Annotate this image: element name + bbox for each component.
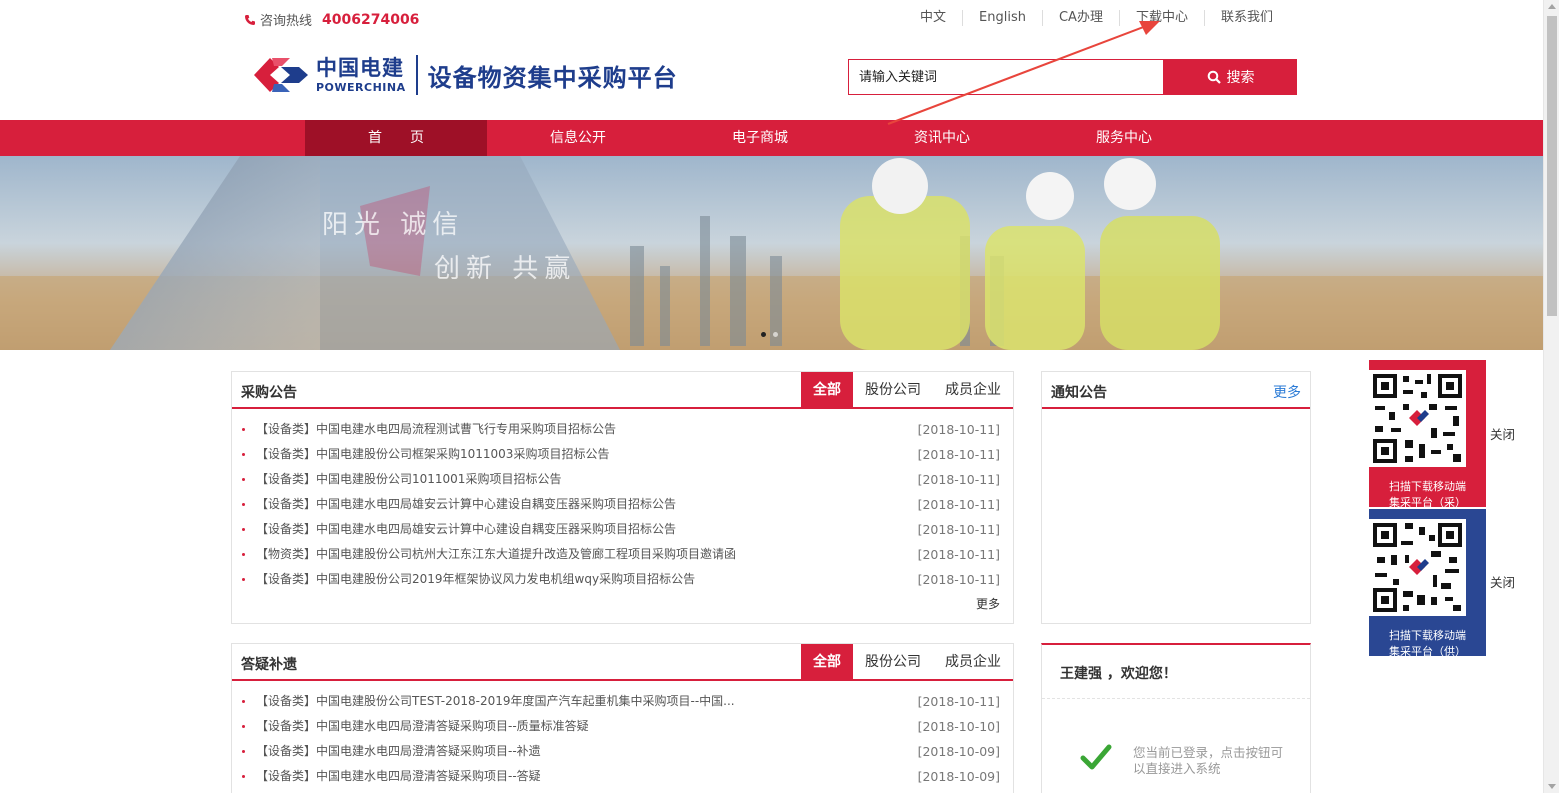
page-scrollbar[interactable] xyxy=(1543,0,1559,793)
annotation-arrow-line xyxy=(887,25,1147,125)
annotation-arrow-overlay xyxy=(887,21,1160,125)
scrollbar-thumb[interactable] xyxy=(1547,16,1557,316)
scroll-down-icon[interactable] xyxy=(1548,784,1556,789)
page: 咨询热线 4006274006 中文 English CA办理 下载中心 联系我… xyxy=(0,0,1559,793)
scroll-up-icon[interactable] xyxy=(1548,4,1556,9)
